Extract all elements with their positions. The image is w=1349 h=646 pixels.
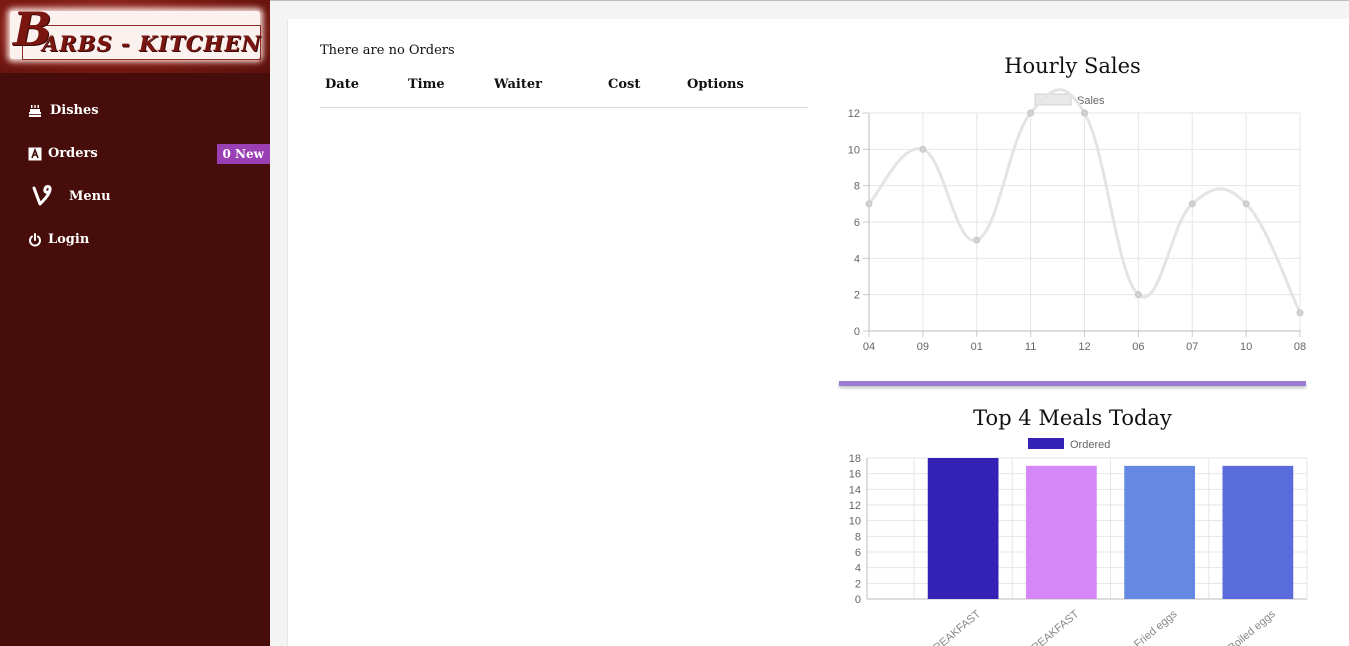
column-header-time[interactable]: Time bbox=[408, 77, 445, 92]
cake-icon bbox=[29, 105, 41, 117]
sidebar-item-label: Menu bbox=[69, 189, 111, 204]
sales-point bbox=[1134, 291, 1142, 299]
y-tick-label: 14 bbox=[849, 484, 861, 496]
y-tick-label: 2 bbox=[854, 290, 860, 302]
x-tick-label: 06 bbox=[1132, 341, 1144, 353]
bar-2 bbox=[1026, 465, 1097, 599]
y-tick-label: 4 bbox=[854, 253, 860, 265]
column-header-date[interactable]: Date bbox=[325, 77, 359, 92]
new-orders-badge: 0 New bbox=[216, 144, 270, 164]
x-tick-label: 01 bbox=[971, 341, 983, 353]
y-tick-label: 10 bbox=[848, 144, 860, 156]
x-tick-label: Fried eggs bbox=[1132, 608, 1180, 646]
y-tick-label: 12 bbox=[848, 108, 860, 120]
sidebar-item-label: Dishes bbox=[50, 103, 99, 118]
sales-point bbox=[865, 200, 873, 208]
hourly-sales-chart: Sales02468101204 09 01 11 12 06 07 10 08 bbox=[848, 88, 1306, 353]
sales-point bbox=[919, 145, 927, 153]
x-tick-label: 12 bbox=[1078, 341, 1090, 353]
bar-4 bbox=[1222, 465, 1294, 599]
sales-point bbox=[1188, 200, 1196, 208]
sidebar-item-label: Login bbox=[48, 232, 90, 247]
y-tick-label: 10 bbox=[849, 516, 861, 528]
logo-text: ARBS - KITCHEN bbox=[42, 31, 262, 56]
x-tick-label: 09 bbox=[917, 341, 929, 353]
y-tick-label: 0 bbox=[854, 326, 860, 338]
y-tick-label: 2 bbox=[855, 578, 861, 590]
sales-point bbox=[1027, 109, 1035, 117]
sales-point bbox=[1242, 200, 1250, 208]
y-tick-label: 0 bbox=[855, 594, 861, 606]
y-tick-label: 4 bbox=[855, 563, 861, 575]
legend-label-ordered: Ordered bbox=[1070, 439, 1110, 451]
empty-orders-message: There are no Orders bbox=[320, 43, 455, 58]
y-tick-label: 6 bbox=[855, 547, 861, 559]
x-tick-label: BREAKFAST bbox=[926, 608, 984, 646]
vine-icon bbox=[32, 185, 52, 206]
x-tick-label: 11 bbox=[1025, 341, 1036, 353]
sidebar: B ARBS - KITCHEN Dishes Orders 0 New Men… bbox=[0, 0, 270, 646]
top-meals-title: Top 4 Meals Today bbox=[973, 406, 1172, 430]
sales-point bbox=[973, 236, 981, 244]
x-tick-label: 08 bbox=[1294, 341, 1306, 353]
sidebar-item-dishes[interactable]: Dishes bbox=[0, 98, 270, 128]
y-tick-label: 8 bbox=[854, 181, 860, 193]
x-tick-label: BREAKFAST bbox=[1024, 608, 1082, 646]
sidebar-item-menu[interactable]: Menu bbox=[0, 184, 270, 214]
sales-point bbox=[1296, 309, 1304, 317]
x-tick-label: 10 bbox=[1240, 341, 1252, 353]
y-tick-label: 6 bbox=[854, 217, 860, 229]
bar-1 bbox=[927, 458, 999, 599]
sidebar-item-orders[interactable]: Orders 0 New bbox=[0, 141, 270, 171]
hourly-sales-title: Hourly Sales bbox=[1004, 54, 1141, 78]
y-tick-label: 8 bbox=[855, 531, 861, 543]
column-header-waiter[interactable]: Waiter bbox=[494, 77, 542, 92]
sidebar-item-login[interactable]: Login bbox=[0, 227, 270, 257]
section-divider bbox=[839, 381, 1306, 386]
power-icon bbox=[29, 233, 41, 247]
orders-table-header: Date Time Waiter Cost Options bbox=[320, 75, 808, 108]
column-header-options[interactable]: Options bbox=[687, 77, 744, 92]
y-tick-label: 18 bbox=[849, 453, 861, 465]
top-meals-chart: Ordered 0 2 4 6 8 10 12 14 16 18 BREAKFAST BREAKFAST… bbox=[849, 438, 1308, 646]
legend-swatch-ordered bbox=[1028, 438, 1064, 449]
sales-point bbox=[1081, 109, 1088, 117]
brand-logo[interactable]: B ARBS - KITCHEN bbox=[0, 0, 270, 73]
bar-3 bbox=[1124, 465, 1195, 599]
a-box-icon bbox=[28, 147, 42, 161]
x-tick-label: 07 bbox=[1186, 341, 1198, 353]
column-header-cost[interactable]: Cost bbox=[608, 77, 640, 92]
x-tick-label: 04 bbox=[863, 341, 875, 353]
x-tick-label: Boiled eggs bbox=[1226, 608, 1278, 646]
y-tick-label: 16 bbox=[849, 469, 861, 481]
y-tick-label: 12 bbox=[849, 500, 861, 512]
sidebar-item-label: Orders bbox=[48, 146, 98, 161]
